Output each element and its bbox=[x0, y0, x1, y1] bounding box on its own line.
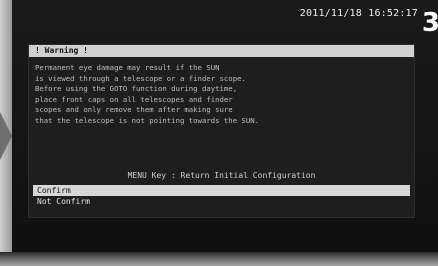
confirm-option[interactable]: Confirm bbox=[33, 185, 410, 196]
options-list: Confirm Not Confirm bbox=[33, 185, 410, 207]
not-confirm-option[interactable]: Not Confirm bbox=[33, 196, 410, 207]
message-line: Permanent eye damage may result if the S… bbox=[35, 63, 220, 72]
warning-dialog: ! Warning ! Permanent eye damage may res… bbox=[28, 44, 415, 218]
menu-key-hint: MENU Key : Return Initial Configuration bbox=[127, 171, 316, 180]
message-line: place front caps on all telescopes and f… bbox=[35, 94, 233, 104]
dialog-title: ! Warning ! bbox=[35, 46, 88, 55]
message-line: is viewed through a telescope or a finde… bbox=[35, 73, 246, 83]
warning-message: Permanent eye damage may result if the S… bbox=[35, 63, 407, 126]
message-line: Before using the GOTO function during da… bbox=[35, 84, 238, 93]
dialog-title-bar: ! Warning ! bbox=[29, 45, 414, 57]
left-arrow-icon bbox=[0, 112, 12, 160]
datetime-display: 2011/11/18 16:52:17 bbox=[299, 8, 418, 19]
bottom-bezel bbox=[0, 252, 438, 266]
device-screen: 2011/11/18 16:52:17 3 ! Warning ! Perman… bbox=[0, 0, 438, 266]
message-line: that the telescope is not pointing towar… bbox=[35, 115, 260, 125]
message-line: scopes and only remove them after making… bbox=[35, 105, 233, 114]
step-number: 3 bbox=[421, 8, 438, 38]
